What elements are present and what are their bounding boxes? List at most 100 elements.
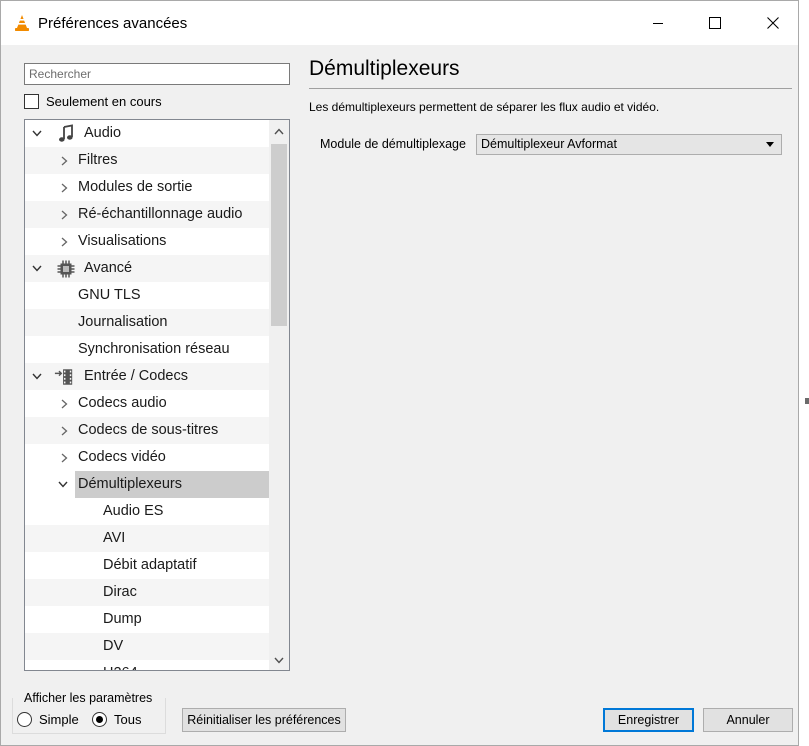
close-icon — [767, 17, 779, 29]
tree-item-label: H264 — [103, 660, 138, 670]
panel-description: Les démultiplexeurs permettent de sépare… — [309, 100, 660, 114]
tree-item-audio-es[interactable]: Audio ES — [25, 498, 269, 525]
tree-item-avance[interactable]: Avancé — [25, 255, 269, 282]
chip-icon — [57, 260, 75, 278]
maximize-button[interactable] — [691, 1, 739, 45]
scroll-down-button[interactable] — [269, 650, 289, 670]
radio-simple-label: Simple — [39, 712, 79, 727]
tree-item-dump[interactable]: Dump — [25, 606, 269, 633]
radio-simple-circle[interactable] — [17, 712, 32, 727]
save-button[interactable]: Enregistrer — [603, 708, 694, 732]
tree-item-reechantillonnage-audio[interactable]: Ré-échantillonnage audio — [25, 201, 269, 228]
background-mark — [805, 398, 809, 404]
tree-item-visualisations[interactable]: Visualisations — [25, 228, 269, 255]
only-current-label: Seulement en cours — [46, 94, 162, 109]
tree-item-codecs-video[interactable]: Codecs vidéo — [25, 444, 269, 471]
radio-all[interactable]: Tous — [92, 712, 141, 727]
tree-item-label: Dirac — [103, 584, 137, 600]
tree-item-label: Visualisations — [78, 233, 167, 249]
tree-item-filtres[interactable]: Filtres — [25, 147, 269, 174]
radio-all-circle[interactable] — [92, 712, 107, 727]
scroll-up-button[interactable] — [269, 121, 289, 141]
tree-item-label: Codecs vidéo — [78, 449, 166, 465]
tree-item-label: Avancé — [84, 260, 133, 276]
tree-item-label: Ré-échantillonnage audio — [78, 206, 243, 222]
window-title: Préférences avancées — [38, 15, 188, 32]
tree-item-label: Synchronisation réseau — [78, 341, 230, 357]
tree-item-label: GNU TLS — [78, 287, 141, 303]
show-settings-title: Afficher les paramètres — [23, 691, 154, 705]
tree-item-label: Dump — [103, 611, 142, 627]
cancel-button[interactable]: Annuler — [703, 708, 793, 732]
search-input[interactable] — [24, 63, 290, 85]
tree-item-codecs-audio[interactable]: Codecs audio — [25, 390, 269, 417]
tree-item-avi[interactable]: AVI — [25, 525, 269, 552]
tree-item-audio[interactable]: Audio — [25, 120, 269, 147]
radio-all-label: Tous — [114, 712, 142, 727]
chevron-right-icon[interactable] — [57, 174, 71, 201]
only-current-checkbox[interactable]: Seulement en cours — [24, 94, 162, 109]
dropdown-arrow-icon — [766, 142, 774, 147]
tree-item-codecs-sous-titres[interactable]: Codecs de sous-titres — [25, 417, 269, 444]
tree-item-label: Filtres — [78, 152, 118, 168]
chevron-down-icon[interactable] — [30, 255, 44, 282]
scrollbar-thumb[interactable] — [271, 144, 287, 326]
film-input-icon — [54, 369, 73, 385]
radio-simple[interactable]: Simple — [17, 712, 79, 727]
minimize-button[interactable] — [634, 1, 682, 45]
reset-label: Réinitialiser les préférences — [187, 713, 341, 727]
chevron-down-icon — [274, 657, 284, 664]
category-tree[interactable]: Audio Filtres Modules de sortie Ré-échan… — [24, 119, 290, 671]
chevron-right-icon[interactable] — [57, 417, 71, 444]
chevron-right-icon[interactable] — [57, 444, 71, 471]
vlc-cone-icon — [15, 15, 29, 31]
tree-item-label: Audio — [84, 125, 122, 141]
panel-title: Démultiplexeurs — [309, 57, 460, 80]
maximize-icon — [709, 17, 721, 29]
chevron-down-icon[interactable] — [30, 120, 44, 147]
demux-module-label: Module de démultiplexage — [320, 137, 466, 151]
tree-scrollbar[interactable] — [269, 120, 289, 670]
tree-item-label: Débit adaptatif — [103, 557, 197, 573]
checkbox-box[interactable] — [24, 94, 39, 109]
tree-item-label: Entrée / Codecs — [84, 368, 188, 384]
save-label: Enregistrer — [617, 713, 680, 727]
tree-item-debit-adaptatif[interactable]: Débit adaptatif — [25, 552, 269, 579]
tree-item-label: Audio ES — [103, 503, 164, 519]
minimize-icon — [653, 23, 663, 24]
tree-item-label: Codecs audio — [78, 395, 167, 411]
tree-item-label: Codecs de sous-titres — [78, 422, 219, 438]
demux-module-select[interactable]: Démultiplexeur Avformat — [476, 134, 782, 155]
tree-item-journalisation[interactable]: Journalisation — [25, 309, 269, 336]
chevron-right-icon[interactable] — [57, 390, 71, 417]
title-bar: Préférences avancées — [1, 1, 798, 45]
cancel-label: Annuler — [726, 713, 770, 727]
chevron-right-icon[interactable] — [57, 147, 71, 174]
tree-item-dv[interactable]: DV — [25, 633, 269, 660]
reset-preferences-button[interactable]: Réinitialiser les préférences — [182, 708, 346, 732]
tree-item-label: Journalisation — [78, 314, 168, 330]
chevron-right-icon[interactable] — [57, 228, 71, 255]
music-note-icon — [59, 124, 73, 142]
tree-item-entree-codecs[interactable]: Entrée / Codecs — [25, 363, 269, 390]
tree-list: Audio Filtres Modules de sortie Ré-échan… — [25, 120, 269, 670]
background-desktop — [798, 0, 809, 746]
chevron-right-icon[interactable] — [57, 201, 71, 228]
preferences-window: Préférences avancées Seulement en cours — [0, 0, 799, 746]
tree-item-modules-de-sortie[interactable]: Modules de sortie — [25, 174, 269, 201]
tree-item-h264[interactable]: H264 — [25, 660, 269, 670]
tree-item-gnu-tls[interactable]: GNU TLS — [25, 282, 269, 309]
chevron-up-icon — [274, 127, 284, 134]
tree-item-synchronisation-reseau[interactable]: Synchronisation réseau — [25, 336, 269, 363]
tree-item-label: Modules de sortie — [78, 179, 193, 195]
panel-divider — [309, 88, 792, 89]
select-value: Démultiplexeur Avformat — [481, 137, 617, 151]
close-button[interactable] — [749, 1, 797, 45]
chevron-down-icon[interactable] — [56, 471, 70, 498]
tree-item-label: AVI — [103, 530, 126, 546]
tree-item-demultiplexeurs[interactable]: Démultiplexeurs — [25, 471, 269, 498]
tree-item-label: Démultiplexeurs — [78, 476, 182, 492]
tree-item-label: DV — [103, 638, 124, 654]
chevron-down-icon[interactable] — [30, 363, 44, 390]
tree-item-dirac[interactable]: Dirac — [25, 579, 269, 606]
